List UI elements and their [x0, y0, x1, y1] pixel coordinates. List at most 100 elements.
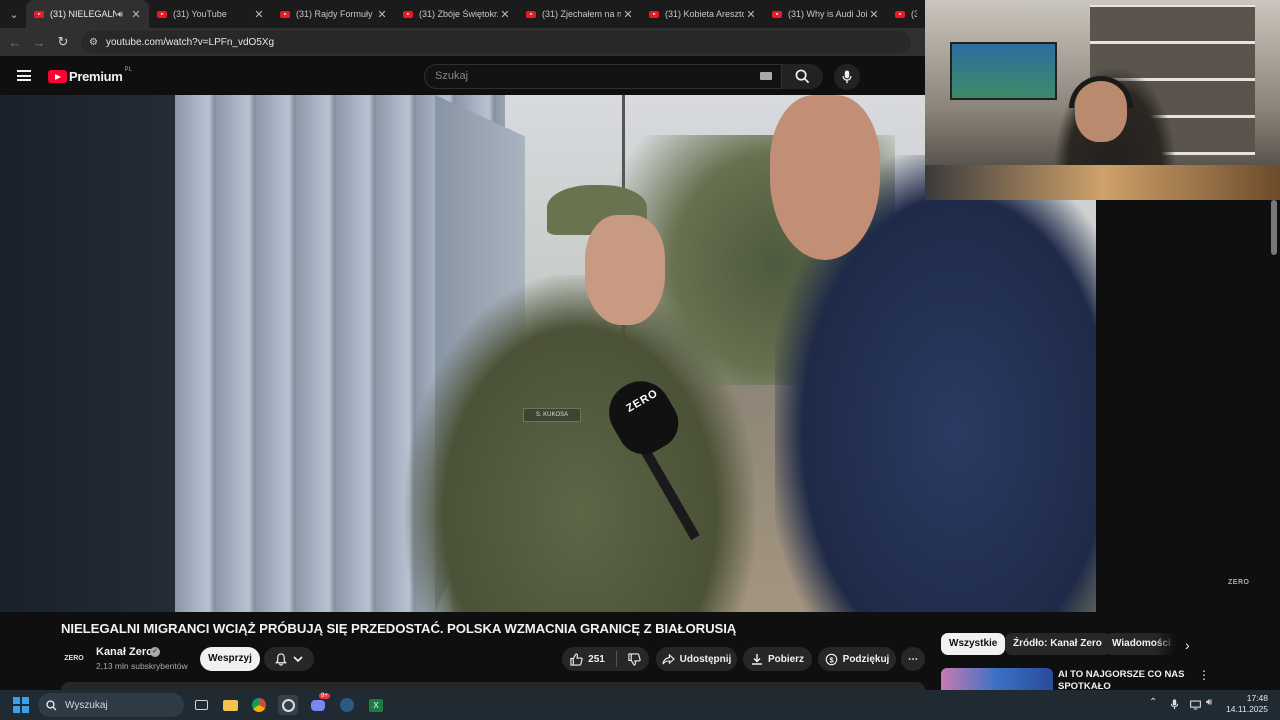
microphone-icon	[842, 70, 852, 84]
search-icon	[795, 69, 810, 84]
like-divider	[615, 651, 617, 667]
clock-time: 17:48	[1246, 693, 1268, 703]
page-scrollbar[interactable]	[1271, 200, 1277, 255]
streamer-webcam	[925, 0, 1280, 200]
thumbs-up-icon[interactable]	[570, 652, 583, 666]
chip-all[interactable]: Wszystkie	[941, 633, 1006, 655]
browser-tab[interactable]: (31) Zbóje Świętokrzyscy ✕	[395, 0, 518, 28]
menu-hamburger-icon[interactable]	[17, 70, 31, 81]
excel-icon[interactable]: X	[366, 695, 386, 715]
video-watermark: ZERO	[1228, 579, 1250, 586]
youtube-favicon-icon	[157, 10, 167, 18]
subscriber-count: 2,13 mln subskrybentów	[96, 661, 188, 671]
more-actions-button[interactable]: ⋯	[901, 647, 925, 671]
tray-network-icon[interactable]	[1190, 697, 1201, 715]
channel-avatar[interactable]: ZERO	[61, 646, 87, 670]
tray-microphone-icon[interactable]	[1170, 697, 1179, 715]
tab-label: (31) Kobieta Aresztowana	[665, 9, 744, 19]
browser-tab[interactable]: (31) Why is Audi Joining ✕	[764, 0, 887, 28]
tab-close-icon[interactable]: ✕	[867, 8, 881, 21]
more-vertical-icon[interactable]: ⋮	[1198, 668, 1210, 682]
tab-label: (31)	[911, 9, 917, 19]
youtube-favicon-icon	[649, 10, 659, 18]
tab-close-icon[interactable]: ✕	[129, 8, 143, 21]
description-box[interactable]	[61, 682, 925, 690]
chevron-right-icon[interactable]: ›	[1185, 637, 1190, 653]
clock-date: 14.11.2025	[1226, 704, 1268, 714]
youtube-favicon-icon	[403, 10, 413, 18]
search-icon	[46, 699, 57, 710]
download-button[interactable]: Pobierz	[743, 647, 812, 671]
tray-volume-icon[interactable]: 🔊︎	[1206, 697, 1212, 708]
chip-source-channel[interactable]: Źródło: Kanał Zero	[1005, 633, 1110, 655]
taskbar-clock[interactable]: 17:48 14.11.2025	[1226, 693, 1268, 715]
address-bar-row: ← → ↻ ⚙ youtube.com/watch?v=LPFn_vdO5Xg	[0, 28, 925, 56]
recommendation-thumbnail[interactable]	[941, 668, 1053, 690]
url-text: youtube.com/watch?v=LPFn_vdO5Xg	[105, 36, 275, 48]
windows-start-icon[interactable]	[13, 697, 29, 713]
url-field[interactable]: ⚙ youtube.com/watch?v=LPFn_vdO5Xg	[81, 31, 911, 53]
chrome-icon[interactable]	[249, 695, 269, 715]
browser-tab-active[interactable]: (31) NIELEGALNI MIGRANCI 🔊︎ ✕	[26, 0, 149, 28]
youtube-favicon-icon	[895, 10, 905, 18]
obs-icon[interactable]	[278, 695, 298, 715]
browser-tab[interactable]: (31) Zjechałem na narty ✕	[518, 0, 641, 28]
tab-audio-icon[interactable]: 🔊︎	[117, 9, 123, 20]
back-arrow-icon[interactable]: ←	[3, 35, 27, 50]
download-label: Pobierz	[767, 653, 805, 665]
task-view-icon[interactable]	[191, 695, 211, 715]
tab-close-icon[interactable]: ✕	[498, 8, 512, 21]
tab-search-chevron-icon[interactable]: ⌄	[2, 4, 26, 24]
site-settings-icon[interactable]: ⚙	[89, 37, 98, 48]
thumbs-down-icon[interactable]	[628, 652, 641, 666]
like-dislike-group: 251	[562, 647, 649, 671]
forward-arrow-icon[interactable]: →	[27, 35, 51, 50]
support-button[interactable]: Wesprzyj	[200, 647, 260, 671]
reload-icon[interactable]: ↻	[51, 34, 75, 50]
youtube-favicon-icon	[280, 10, 290, 18]
voice-search-button[interactable]	[834, 64, 860, 90]
verified-check-icon: ✓	[150, 647, 160, 657]
bell-icon	[275, 652, 287, 666]
share-label: Udostępnij	[679, 653, 732, 665]
channel-name[interactable]: Kanał Zero	[96, 646, 153, 658]
browser-tab[interactable]: (31) Kobieta Aresztowana ✕	[641, 0, 764, 28]
tab-close-icon[interactable]: ✕	[744, 8, 758, 21]
taskbar-search-placeholder: Wyszukaj	[65, 699, 108, 711]
tab-close-icon[interactable]: ✕	[621, 8, 635, 21]
tab-label: (31) Zbóje Świętokrzyscy	[419, 9, 498, 19]
search-input[interactable]: Szukaj	[424, 64, 782, 89]
logo-country-code: PL	[124, 66, 132, 73]
browser-tab[interactable]: (31) YouTube ✕	[149, 0, 272, 28]
discord-icon[interactable]: 9+	[308, 693, 330, 715]
file-explorer-icon[interactable]	[220, 695, 240, 715]
search-button[interactable]	[782, 64, 823, 89]
more-horizontal-icon: ⋯	[908, 653, 918, 665]
youtube-favicon-icon	[34, 10, 44, 18]
taskbar-search-input[interactable]: Wyszukaj	[38, 693, 184, 717]
video-soldier	[405, 275, 755, 612]
browser-tab[interactable]: (31)	[887, 0, 917, 28]
tab-close-icon[interactable]: ✕	[375, 8, 389, 21]
tab-label: (31) YouTube	[173, 9, 227, 19]
share-arrow-icon	[662, 653, 675, 664]
browser-tab[interactable]: (31) Rajdy Formuły Polskiej ✕	[272, 0, 395, 28]
tab-label: (31) Rajdy Formuły Polskiej	[296, 9, 375, 19]
thanks-button[interactable]: $ Podziękuj	[818, 647, 896, 671]
keyboard-icon[interactable]	[760, 72, 772, 80]
share-button[interactable]: Udostępnij	[656, 647, 737, 671]
youtube-favicon-icon	[526, 10, 536, 18]
chip-news[interactable]: Wiadomości ze	[1104, 633, 1176, 655]
video-soldier-nametag: S. KUKOSA	[523, 408, 581, 422]
youtube-premium-logo[interactable]: Premium PL	[48, 66, 132, 84]
notifications-button[interactable]	[264, 647, 314, 671]
video-title: NIELEGALNI MIGRANCI WCIĄŻ PRÓBUJĄ SIĘ PR…	[61, 621, 737, 636]
tray-chevron-up-icon[interactable]: ⌃	[1149, 697, 1157, 708]
steam-icon[interactable]	[337, 695, 357, 715]
recommendation-title[interactable]: AI TO NAJGORSZE CO NAS SPOTKAŁO	[1058, 669, 1188, 690]
thanks-label: Podziękuj	[842, 653, 890, 665]
youtube-favicon-icon	[772, 10, 782, 18]
like-count[interactable]: 251	[588, 654, 605, 665]
tab-close-icon[interactable]: ✕	[252, 8, 266, 21]
video-interviewer-head	[770, 95, 880, 260]
